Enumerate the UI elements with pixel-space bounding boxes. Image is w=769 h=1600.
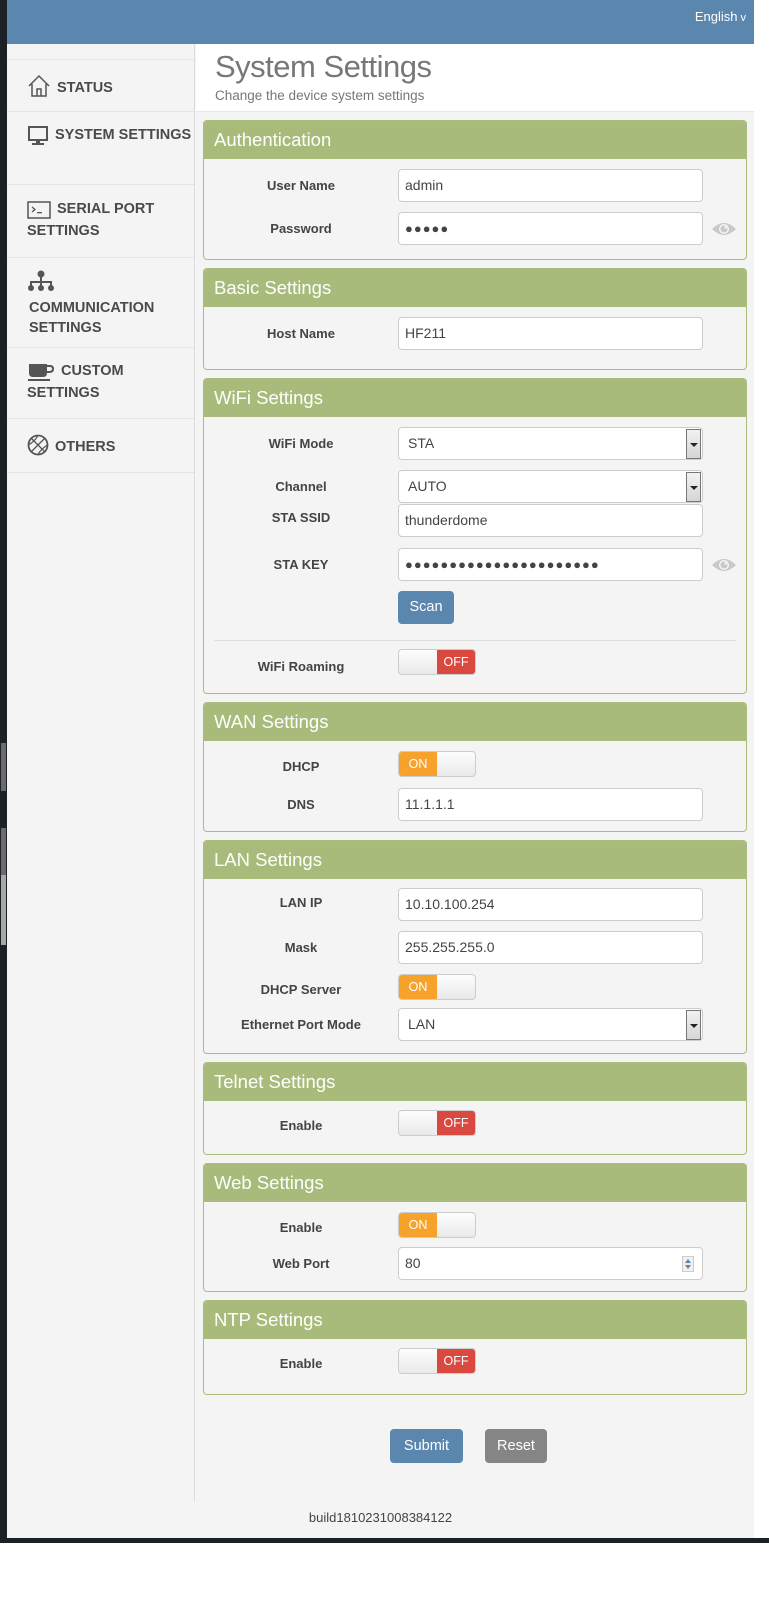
main-content: System Settings Change the device system…: [196, 44, 754, 1505]
basketball-icon: [27, 434, 49, 460]
language-selector[interactable]: English v: [695, 9, 746, 24]
host-name-input[interactable]: HF211: [398, 317, 703, 350]
sidebar-item-serial-port-settings[interactable]: SERIAL PORT SETTINGS: [7, 185, 194, 258]
scan-button[interactable]: Scan: [398, 591, 454, 624]
wifi-roaming-toggle[interactable]: OFF: [398, 649, 476, 675]
submit-button[interactable]: Submit: [390, 1429, 463, 1463]
window-left-edge: [0, 0, 7, 1538]
network-icon: [27, 270, 188, 296]
page-header: System Settings Change the device system…: [196, 44, 754, 112]
dns-label: DNS: [287, 797, 315, 812]
wan-settings-card: WAN Settings DHCP ON DNS 11.1.1.1: [203, 702, 747, 832]
dhcp-server-label: DHCP Server: [260, 981, 342, 997]
top-bar: English v: [7, 0, 754, 44]
password-label: Password: [270, 221, 332, 236]
card-title: WiFi Settings: [204, 379, 746, 417]
page-subtitle: Change the device system settings: [215, 88, 425, 103]
sidebar-item-communication-settings[interactable]: COMMUNICATION SETTINGS: [7, 258, 194, 348]
form-actions: Submit Reset: [196, 1395, 754, 1505]
ethernet-port-mode-select[interactable]: LAN: [398, 1008, 703, 1041]
host-name-label: Host Name: [267, 326, 335, 341]
app-window: English v STATUS SYSTEM SETTINGS SERIAL P…: [7, 0, 754, 1538]
mask-label: Mask: [284, 940, 318, 955]
card-title: Basic Settings: [204, 269, 746, 307]
lan-ip-input[interactable]: 10.10.100.254: [398, 888, 703, 921]
dhcp-label: DHCP: [282, 758, 320, 774]
channel-select[interactable]: AUTO: [398, 470, 703, 503]
sidebar-item-status[interactable]: STATUS: [7, 59, 194, 112]
reset-button[interactable]: Reset: [485, 1429, 547, 1463]
show-password-eye-icon[interactable]: [710, 220, 738, 238]
web-port-input[interactable]: 80: [398, 1247, 703, 1280]
coffee-cup-icon: [27, 363, 55, 385]
build-version: build1810231008384122: [308, 1510, 453, 1525]
wifi-mode-label: WiFi Mode: [268, 436, 334, 451]
channel-value: AUTO: [408, 478, 447, 494]
toggle-state: OFF: [437, 1349, 475, 1373]
user-name-label: User Name: [267, 178, 335, 193]
web-enable-label: Enable: [279, 1219, 323, 1235]
basic-settings-card: Basic Settings Host Name HF211: [203, 268, 747, 370]
mask-input[interactable]: 255.255.255.0: [398, 931, 703, 964]
sta-ssid-label: STA SSID: [271, 510, 331, 525]
home-icon: [27, 74, 51, 102]
user-name-input[interactable]: admin: [398, 169, 703, 202]
web-enable-toggle[interactable]: ON: [398, 1212, 476, 1238]
toggle-state: ON: [399, 975, 437, 999]
card-title: WAN Settings: [204, 703, 746, 741]
ntp-enable-label: Enable: [279, 1355, 323, 1371]
card-title: Web Settings: [204, 1164, 746, 1202]
web-port-value: 80: [405, 1255, 421, 1271]
show-key-eye-icon[interactable]: [710, 556, 738, 574]
web-settings-card: Web Settings Enable ON Web Port 80: [203, 1163, 747, 1292]
chevron-down-icon: v: [740, 12, 747, 24]
telnet-enable-toggle[interactable]: OFF: [398, 1110, 476, 1136]
monitor-icon: [27, 126, 49, 150]
sidebar-item-others[interactable]: OTHERS: [7, 419, 194, 473]
sidebar-item-system-settings[interactable]: SYSTEM SETTINGS: [7, 112, 194, 185]
web-port-label: Web Port: [272, 1256, 330, 1271]
sta-key-input[interactable]: ●●●●●●●●●●●●●●●●●●●●●●: [398, 548, 703, 581]
lan-settings-card: LAN Settings LAN IP 10.10.100.254 Mask 2…: [203, 840, 747, 1054]
sidebar-item-custom-settings[interactable]: CUSTOM SETTINGS: [7, 348, 194, 419]
dhcp-server-toggle[interactable]: ON: [398, 974, 476, 1000]
ethernet-port-mode-label: Ethernet Port Mode: [241, 1017, 361, 1032]
page-title: System Settings: [215, 49, 432, 84]
ntp-settings-card: NTP Settings Enable OFF: [203, 1300, 747, 1395]
sta-key-label: STA KEY: [273, 557, 329, 572]
toggle-state: ON: [399, 752, 437, 776]
toggle-state: OFF: [437, 650, 475, 674]
telnet-settings-card: Telnet Settings Enable OFF: [203, 1062, 747, 1155]
dropdown-arrow-icon: [686, 1010, 701, 1040]
dns-input[interactable]: 11.1.1.1: [398, 788, 703, 821]
terminal-icon: [27, 201, 51, 223]
card-title: Authentication: [204, 121, 746, 159]
ethernet-port-mode-value: LAN: [408, 1016, 436, 1032]
dhcp-toggle[interactable]: ON: [398, 751, 476, 777]
wifi-roaming-label: WiFi Roaming: [257, 658, 345, 674]
dropdown-arrow-icon: [686, 472, 701, 502]
password-input[interactable]: ●●●●●: [398, 212, 703, 245]
card-title: LAN Settings: [204, 841, 746, 879]
toggle-state: ON: [399, 1213, 437, 1237]
channel-label: Channel: [275, 479, 327, 494]
divider: [214, 640, 736, 641]
card-title: NTP Settings: [204, 1301, 746, 1339]
sidebar: STATUS SYSTEM SETTINGS SERIAL PORT SETTI…: [7, 44, 195, 1502]
ntp-enable-toggle[interactable]: OFF: [398, 1348, 476, 1374]
number-spinner-icon[interactable]: [682, 1256, 694, 1272]
wifi-mode-select[interactable]: STA: [398, 427, 703, 460]
telnet-enable-label: Enable: [279, 1117, 323, 1133]
lan-ip-label: LAN IP: [279, 895, 323, 910]
authentication-card: Authentication User Name admin Password …: [203, 120, 747, 260]
wifi-mode-value: STA: [408, 435, 435, 451]
language-label: English: [694, 9, 738, 24]
card-title: Telnet Settings: [204, 1063, 746, 1101]
wifi-settings-card: WiFi Settings WiFi Mode STA Channel AUTO…: [203, 378, 747, 694]
toggle-state: OFF: [437, 1111, 475, 1135]
window-bottom-edge: [0, 1538, 769, 1543]
sta-ssid-input[interactable]: thunderdome: [398, 504, 703, 537]
dropdown-arrow-icon: [686, 429, 701, 459]
